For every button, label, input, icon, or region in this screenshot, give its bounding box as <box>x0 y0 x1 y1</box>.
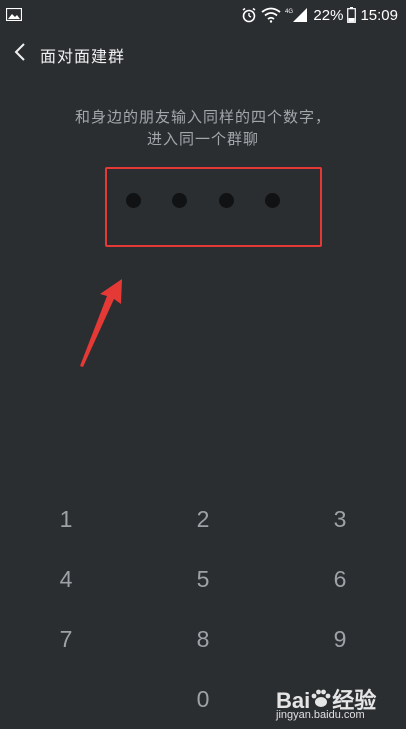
gallery-notification-icon <box>5 6 23 22</box>
key-6[interactable]: 6 <box>310 554 370 604</box>
battery-percent: 22% <box>313 6 344 24</box>
status-icons: 4G 22% 15:09 <box>241 4 398 26</box>
alarm-icon <box>241 7 257 23</box>
signal-icon: 4G <box>285 7 309 23</box>
key-5[interactable]: 5 <box>173 554 233 604</box>
nav-bar: 面对面建群 <box>0 30 406 78</box>
code-dot <box>219 193 234 208</box>
key-3[interactable]: 3 <box>310 494 370 544</box>
watermark-url: jingyan.baidu.com <box>276 709 365 721</box>
instruction-line-2: 进入同一个群聊 <box>146 130 259 148</box>
instruction-line-1: 和身边的朋友输入同样的四个数字， <box>74 108 331 126</box>
network-type-label: 4G <box>285 9 293 15</box>
code-entry <box>126 193 286 209</box>
key-7[interactable]: 7 <box>36 614 96 664</box>
baidu-jingyan-watermark: Bai 经验 jingyan.baidu.com <box>276 683 392 725</box>
page-title: 面对面建群 <box>40 47 126 66</box>
key-4[interactable]: 4 <box>36 554 96 604</box>
key-9[interactable]: 9 <box>310 614 370 664</box>
annotation-arrow-icon <box>80 279 122 367</box>
key-0[interactable]: 0 <box>173 674 233 724</box>
instruction-text: 和身边的朋友输入同样的四个数字， 进入同一个群聊 <box>0 106 406 150</box>
key-2[interactable]: 2 <box>173 494 233 544</box>
chevron-left-icon <box>13 42 27 66</box>
status-bar: 4G 22% 15:09 <box>0 0 406 30</box>
code-dot <box>265 193 280 208</box>
back-button[interactable] <box>8 42 32 66</box>
key-1[interactable]: 1 <box>36 494 96 544</box>
key-8[interactable]: 8 <box>173 614 233 664</box>
battery-icon <box>347 7 357 23</box>
wifi-icon <box>261 7 281 23</box>
code-dot <box>172 193 187 208</box>
clock: 15:09 <box>360 6 398 24</box>
code-dot <box>126 193 141 208</box>
